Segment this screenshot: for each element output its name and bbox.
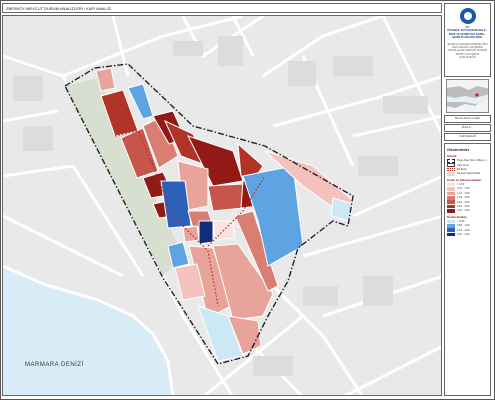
- info-row-3: KAPI ANALİZİ: [444, 133, 491, 141]
- institution-box: T.C. İSTANBUL BÜYÜKŞEHİR BELE... İMAR VE…: [444, 3, 491, 77]
- legend-panel: Gösterimler Sınırlar Proje Alanı Sınırı …: [444, 143, 491, 396]
- legend-item: Yapı Sınırı: [447, 163, 488, 167]
- legend-item: 0.01 - 1.00: [447, 187, 488, 191]
- legend-item: 1.01 - 1.50: [447, 191, 488, 196]
- legend-item: < 0.50: [447, 219, 488, 224]
- legend-item: 3.01 - 3.50: [447, 209, 488, 213]
- org-line-4: ŞEHİR PLANLAMA MÜD.: [452, 36, 483, 40]
- municipality-logo: [459, 8, 476, 24]
- info-row-1: Mevcut Durum Analizi: [444, 115, 491, 123]
- legend-title: Gösterimler: [447, 147, 470, 152]
- legend-section-residential: Konut ve Çalışma Alanları: [447, 177, 482, 182]
- legend-item: < 0.00: [447, 182, 488, 187]
- legend-section-amenities: Donatı Alanları: [447, 214, 467, 219]
- legend-item: 1.51 - 2.00: [447, 195, 488, 200]
- map-view[interactable]: MARMARA DENİZİ: [2, 15, 442, 396]
- page-title: ZBERKÖY MEVCUT DURUM ANALİZLERİ / KAPI A…: [2, 3, 442, 13]
- legend-item: 0.50 - 1.00: [447, 224, 488, 228]
- legend-section-boundaries: Sınırlar: [447, 154, 457, 158]
- legend-item: 2.01 - 2.50: [447, 200, 488, 204]
- legend-item: 1.01 - 2.00: [447, 228, 488, 233]
- legend-item: Ek Sınırı: [447, 167, 488, 172]
- note-line-5: KAPI ANALİZİ: [459, 56, 476, 60]
- sea-label: MARMARA DENİZİ: [25, 362, 84, 368]
- legend-item: Proje Alanı Sınırı (Mevc...): [447, 159, 488, 163]
- location-minimap: [446, 79, 489, 113]
- legend-item: Kentsel Yeşil Alanlar: [447, 172, 488, 176]
- map-canvas: [3, 16, 441, 395]
- info-row-2: Ölçek 1/...: [444, 124, 491, 132]
- legend-item: 2.01 - 3.00: [447, 232, 488, 237]
- legend-item: 2.51 - 3.00: [447, 204, 488, 209]
